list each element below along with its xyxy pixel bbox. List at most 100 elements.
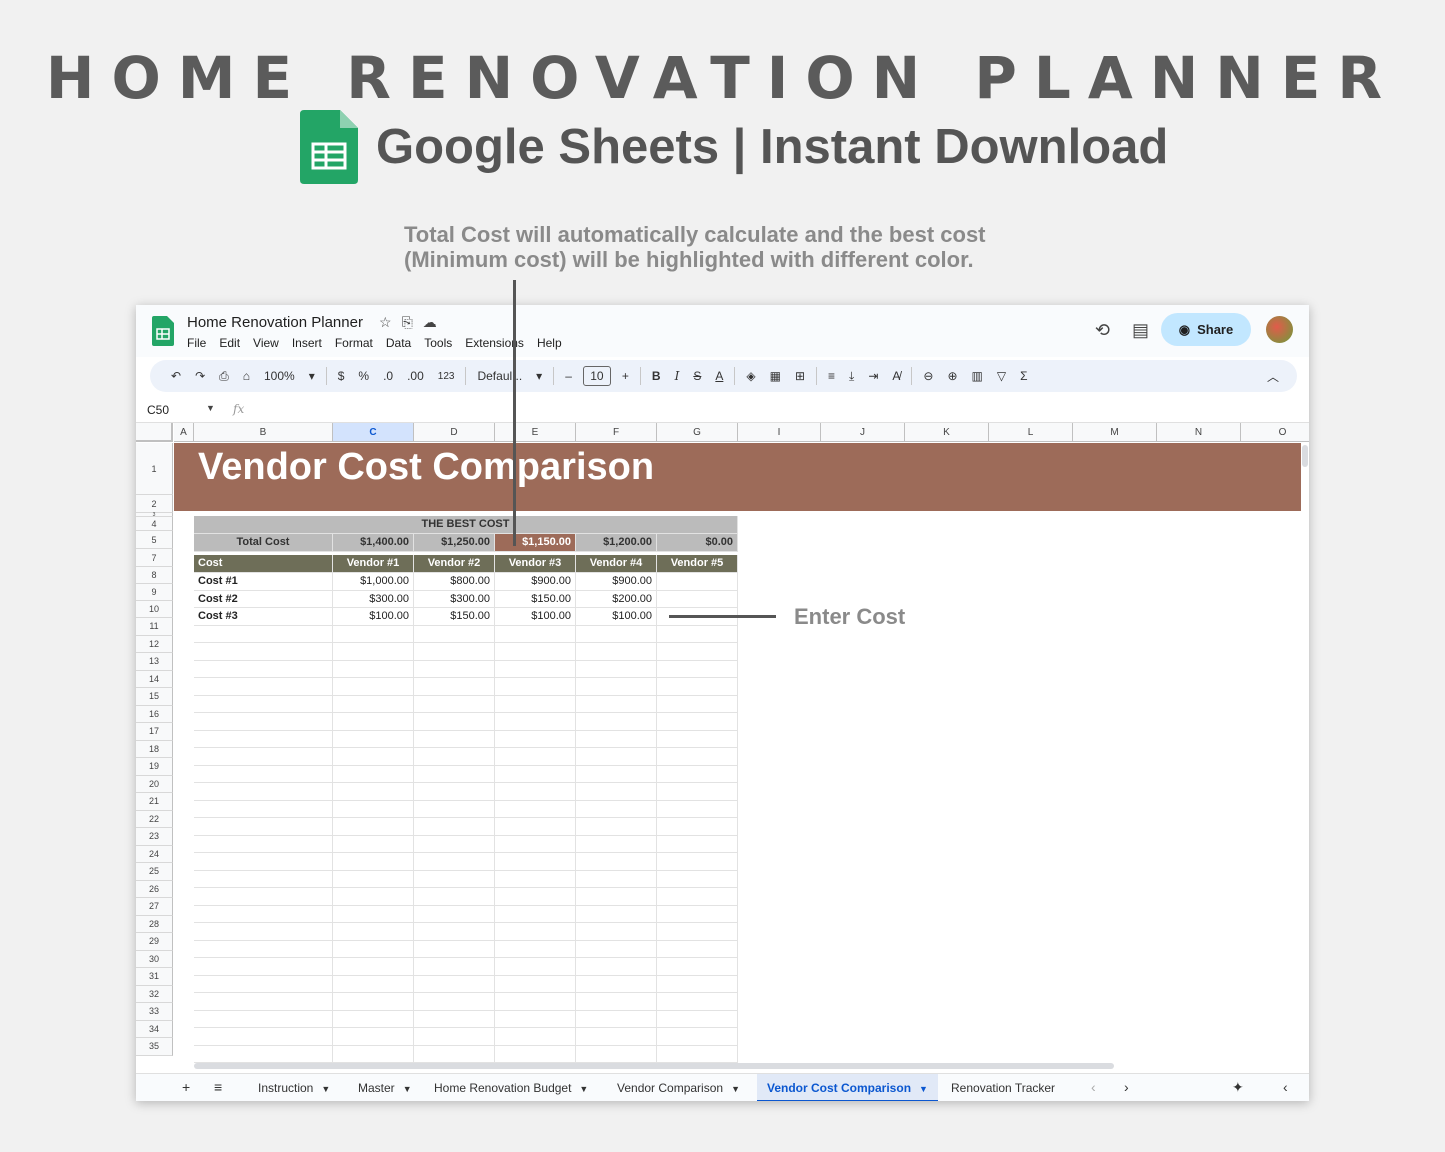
horizontal-scrollbar[interactable] xyxy=(194,1063,1114,1069)
empty-cell[interactable] xyxy=(495,713,576,731)
row-header-15[interactable]: 15 xyxy=(136,688,173,706)
empty-cell[interactable] xyxy=(576,748,657,766)
merge-cells-icon[interactable]: ⊞ xyxy=(788,369,812,383)
empty-cell[interactable] xyxy=(495,783,576,801)
empty-cell[interactable] xyxy=(657,643,738,661)
empty-cell[interactable] xyxy=(333,818,414,836)
empty-cell[interactable] xyxy=(657,975,738,993)
empty-cell[interactable] xyxy=(194,853,333,871)
empty-cell[interactable] xyxy=(657,660,738,678)
empty-cell[interactable] xyxy=(414,958,495,976)
empty-cell[interactable] xyxy=(657,940,738,958)
empty-cell[interactable] xyxy=(495,678,576,696)
empty-cell[interactable] xyxy=(414,818,495,836)
empty-cell[interactable] xyxy=(495,730,576,748)
collapse-toolbar-chevron-up-icon[interactable]: ︿ xyxy=(1267,368,1279,385)
empty-cell[interactable] xyxy=(657,958,738,976)
empty-cell[interactable] xyxy=(657,678,738,696)
scroll-tabs-left-icon[interactable]: ‹ xyxy=(1091,1079,1096,1095)
text-rotation-icon[interactable]: A̸ xyxy=(885,369,907,383)
chevron-down-icon[interactable]: ▼ xyxy=(731,1084,740,1094)
empty-cell[interactable] xyxy=(495,765,576,783)
collapse-side-panel-icon[interactable]: ‹ xyxy=(1283,1079,1288,1095)
empty-cell[interactable] xyxy=(657,1028,738,1046)
row-header-9[interactable]: 9 xyxy=(136,584,173,601)
column-header-e[interactable]: E xyxy=(495,423,576,442)
empty-cell[interactable] xyxy=(194,818,333,836)
borders-icon[interactable]: ▦ xyxy=(763,369,788,383)
empty-cell[interactable] xyxy=(657,818,738,836)
menu-data[interactable]: Data xyxy=(386,336,411,350)
insert-link-icon[interactable]: ⊖ xyxy=(916,369,940,383)
empty-cell[interactable] xyxy=(194,713,333,731)
row-header-8[interactable]: 8 xyxy=(136,567,173,584)
font-chevron-down-icon[interactable]: ▾ xyxy=(529,369,549,383)
comments-icon[interactable]: ▤ xyxy=(1132,320,1149,341)
print-icon[interactable]: ⎙ xyxy=(212,369,236,384)
vertical-scrollbar[interactable] xyxy=(1302,445,1308,467)
empty-cell[interactable] xyxy=(333,975,414,993)
cost-cell[interactable]: $900.00 xyxy=(576,573,657,591)
empty-cell[interactable] xyxy=(495,818,576,836)
empty-cell[interactable] xyxy=(495,748,576,766)
cost-cell[interactable]: $300.00 xyxy=(414,590,495,608)
empty-cell[interactable] xyxy=(414,888,495,906)
row-header-19[interactable]: 19 xyxy=(136,758,173,776)
empty-cell[interactable] xyxy=(414,923,495,941)
horizontal-align-icon[interactable]: ≡ xyxy=(821,369,842,383)
empty-cell[interactable] xyxy=(333,625,414,643)
decrease-decimal-button[interactable]: .0 xyxy=(376,369,400,383)
empty-cell[interactable] xyxy=(495,625,576,643)
insert-chart-icon[interactable]: ▥ xyxy=(965,369,990,383)
empty-cell[interactable] xyxy=(495,835,576,853)
empty-cell[interactable] xyxy=(495,695,576,713)
cost-cell[interactable]: $200.00 xyxy=(576,590,657,608)
column-header-l[interactable]: L xyxy=(989,423,1073,442)
empty-cell[interactable] xyxy=(657,888,738,906)
column-header-k[interactable]: K xyxy=(905,423,989,442)
empty-cell[interactable] xyxy=(657,748,738,766)
empty-cell[interactable] xyxy=(333,958,414,976)
version-history-icon[interactable]: ⟲ xyxy=(1095,320,1110,341)
empty-cell[interactable] xyxy=(495,1045,576,1063)
row-header-5[interactable]: 5 xyxy=(136,531,173,549)
zoom-chevron-down-icon[interactable]: ▾ xyxy=(302,369,322,383)
empty-cell[interactable] xyxy=(333,835,414,853)
empty-cell[interactable] xyxy=(657,625,738,643)
cost-cell[interactable] xyxy=(657,590,738,608)
menu-insert[interactable]: Insert xyxy=(292,336,322,350)
empty-cell[interactable] xyxy=(414,1010,495,1028)
row-header-29[interactable]: 29 xyxy=(136,933,173,951)
column-header-c[interactable]: C xyxy=(333,423,414,442)
empty-cell[interactable] xyxy=(576,1028,657,1046)
empty-cell[interactable] xyxy=(414,765,495,783)
row-header-25[interactable]: 25 xyxy=(136,863,173,881)
empty-cell[interactable] xyxy=(657,713,738,731)
empty-cell[interactable] xyxy=(194,905,333,923)
cost-cell[interactable] xyxy=(657,573,738,591)
cost-cell[interactable]: $100.00 xyxy=(333,608,414,626)
select-all-corner[interactable] xyxy=(136,423,173,442)
empty-cell[interactable] xyxy=(576,905,657,923)
empty-cell[interactable] xyxy=(495,958,576,976)
empty-cell[interactable] xyxy=(194,800,333,818)
menu-file[interactable]: File xyxy=(187,336,206,350)
font-select[interactable]: Defaul... xyxy=(470,369,529,383)
tab-vendor-comparison[interactable]: Vendor Comparison ▼ xyxy=(607,1074,750,1101)
column-header-m[interactable]: M xyxy=(1073,423,1157,442)
empty-cell[interactable] xyxy=(495,940,576,958)
avatar[interactable] xyxy=(1266,316,1293,343)
empty-cell[interactable] xyxy=(414,1028,495,1046)
empty-cell[interactable] xyxy=(194,835,333,853)
row-header-1[interactable]: 1 xyxy=(136,443,173,495)
row-header-23[interactable]: 23 xyxy=(136,828,173,846)
row-header-28[interactable]: 28 xyxy=(136,915,173,933)
tab-instruction[interactable]: Instruction ▼ xyxy=(248,1074,340,1101)
increase-decimal-button[interactable]: .00 xyxy=(400,369,431,383)
empty-cell[interactable] xyxy=(495,660,576,678)
row-header-32[interactable]: 32 xyxy=(136,985,173,1003)
decrease-font-size-button[interactable]: – xyxy=(558,369,579,383)
star-icon[interactable]: ☆ xyxy=(379,314,392,331)
sheets-app-icon[interactable] xyxy=(152,316,174,346)
empty-cell[interactable] xyxy=(495,905,576,923)
